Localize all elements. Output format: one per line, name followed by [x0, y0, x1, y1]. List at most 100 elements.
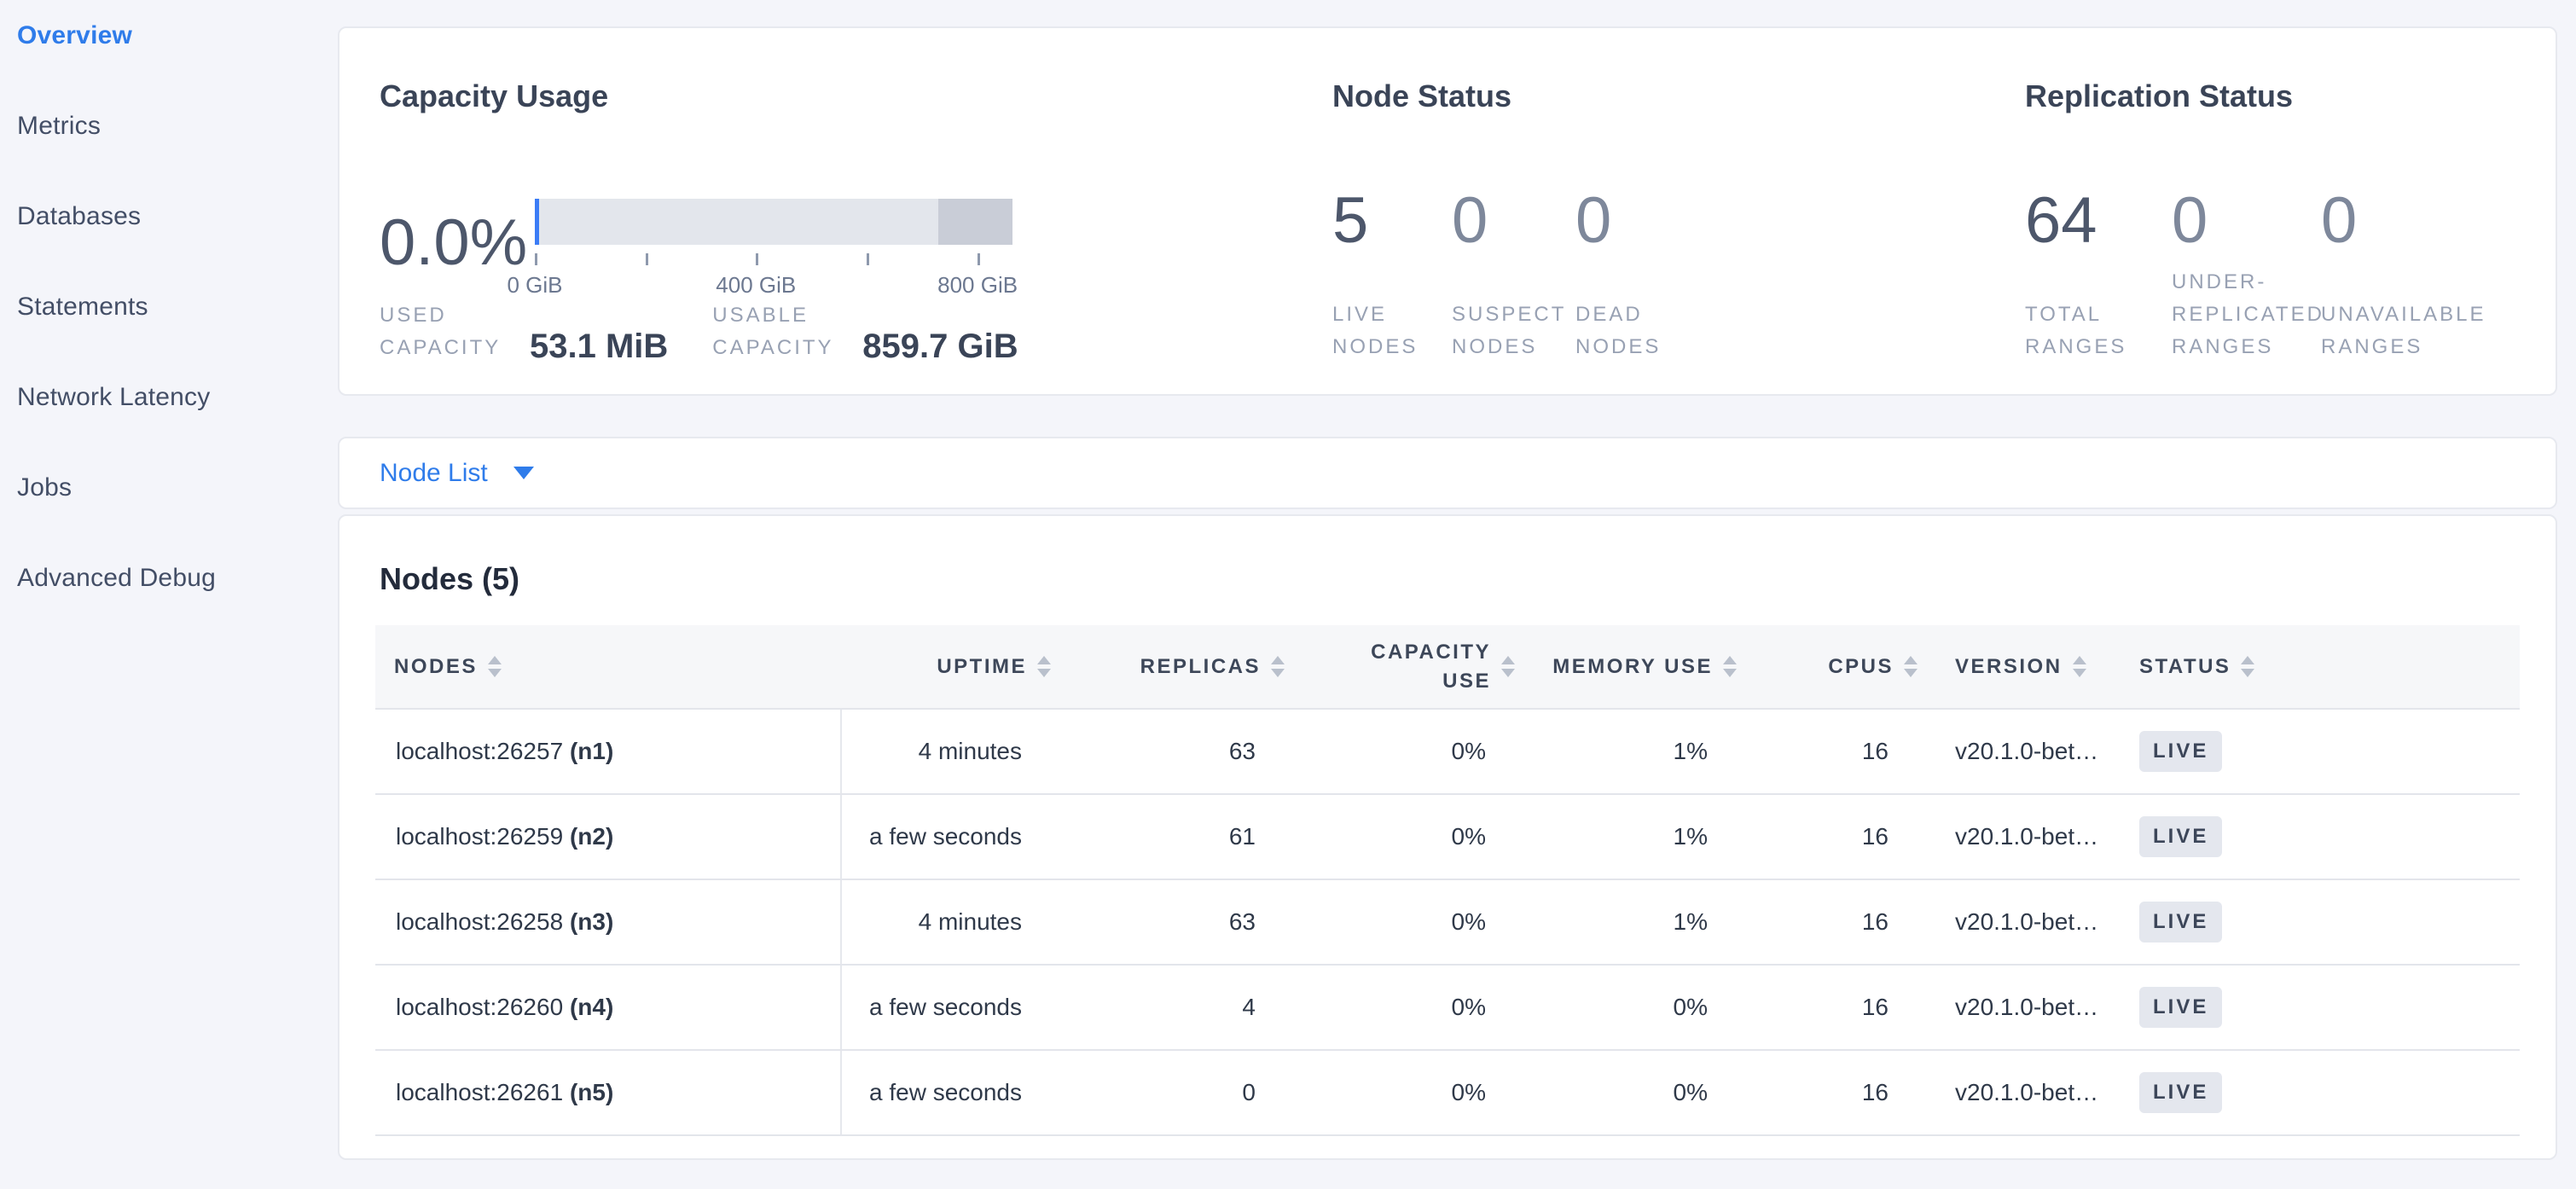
- live-nodes-label: LIVE NODES: [1332, 299, 1439, 363]
- column-header-uptime[interactable]: UPTIME: [841, 625, 1054, 709]
- under-replicated-ranges-value: 0: [2172, 188, 2321, 253]
- column-header-version[interactable]: VERSION: [1921, 625, 2109, 709]
- dead-nodes-stat: 0 DEAD NODES: [1575, 188, 1682, 363]
- node-cell: localhost:26259 (n2): [375, 794, 841, 879]
- capacity-usage-section: Capacity Usage 0.0% 0 GiB 400 GiB 800 Gi…: [380, 79, 1332, 363]
- sort-icon[interactable]: [1037, 656, 1051, 677]
- sort-icon[interactable]: [1271, 656, 1285, 677]
- tick-label-400: 400 GiB: [716, 272, 796, 299]
- sort-icon[interactable]: [2073, 656, 2086, 677]
- uptime-cell: a few seconds: [841, 794, 1054, 879]
- sort-icon[interactable]: [488, 656, 502, 677]
- version-cell: v20.1.0-bet…: [1921, 879, 2109, 965]
- capacity-usage-title: Capacity Usage: [380, 79, 1332, 113]
- capacity-gauge: 0 GiB 400 GiB 800 GiB: [535, 199, 1012, 299]
- unavailable-ranges-value: 0: [2321, 188, 2500, 253]
- sort-icon[interactable]: [1904, 656, 1917, 677]
- tick-label-800: 800 GiB: [937, 272, 1018, 299]
- capacity-use-cell: 0%: [1288, 1050, 1518, 1135]
- nodes-table: NODES UPTIME REPLICAS CAPACITY USE MEMOR…: [375, 625, 2520, 1136]
- sidebar-item-overview[interactable]: Overview: [17, 9, 338, 63]
- node-list-dropdown[interactable]: Node List: [380, 459, 534, 488]
- status-badge: LIVE: [2139, 731, 2222, 772]
- dead-nodes-value: 0: [1575, 188, 1682, 253]
- uptime-cell: a few seconds: [841, 965, 1054, 1050]
- sort-icon[interactable]: [1723, 656, 1737, 677]
- uptime-cell: 4 minutes: [841, 709, 1054, 794]
- table-row: localhost:26261 (n5) a few seconds 0 0% …: [375, 1050, 2520, 1135]
- table-row: localhost:26260 (n4) a few seconds 4 0% …: [375, 965, 2520, 1050]
- usable-capacity-label: USABLE CAPACITY: [712, 299, 849, 364]
- node-cell: localhost:26261 (n5): [375, 1050, 841, 1135]
- sidebar-item-advanced-debug[interactable]: Advanced Debug: [17, 551, 338, 606]
- replication-status-section: Replication Status 64 TOTAL RANGES 0 UND…: [2025, 79, 2516, 363]
- sidebar-item-network-latency[interactable]: Network Latency: [17, 370, 338, 425]
- status-badge: LIVE: [2139, 987, 2222, 1028]
- capacity-gauge-dark-segment: [938, 199, 1012, 245]
- under-replicated-ranges-label: UNDER-REPLICATED RANGES: [2172, 266, 2312, 363]
- tick-label-0: 0 GiB: [507, 272, 562, 299]
- suspect-nodes-value: 0: [1452, 188, 1575, 253]
- sidebar-item-databases[interactable]: Databases: [17, 189, 338, 244]
- status-badge: LIVE: [2139, 816, 2222, 857]
- table-row: localhost:26257 (n1) 4 minutes 63 0% 1% …: [375, 709, 2520, 794]
- sort-icon[interactable]: [2241, 656, 2254, 677]
- memory-use-cell: 1%: [1518, 709, 1740, 794]
- node-cell: localhost:26258 (n3): [375, 879, 841, 965]
- sort-icon[interactable]: [1501, 656, 1515, 677]
- suspect-nodes-stat: 0 SUSPECT NODES: [1452, 188, 1575, 363]
- unavailable-ranges-stat: 0 UNAVAILABLE RANGES: [2321, 188, 2500, 363]
- replicas-cell: 63: [1054, 879, 1288, 965]
- cpus-cell: 16: [1740, 879, 1921, 965]
- capacity-use-cell: 0%: [1288, 965, 1518, 1050]
- cluster-summary-card: Capacity Usage 0.0% 0 GiB 400 GiB 800 Gi…: [338, 26, 2557, 396]
- cpus-cell: 16: [1740, 794, 1921, 879]
- table-header-row: NODES UPTIME REPLICAS CAPACITY USE MEMOR…: [375, 625, 2520, 709]
- status-cell: LIVE: [2109, 879, 2520, 965]
- sidebar: Overview Metrics Databases Statements Ne…: [0, 0, 338, 1189]
- node-list-dropdown-label: Node List: [380, 459, 488, 488]
- under-replicated-ranges-stat: 0 UNDER-REPLICATED RANGES: [2172, 188, 2321, 363]
- column-header-status[interactable]: STATUS: [2109, 625, 2520, 709]
- status-cell: LIVE: [2109, 794, 2520, 879]
- capacity-use-cell: 0%: [1288, 709, 1518, 794]
- total-ranges-stat: 64 TOTAL RANGES: [2025, 188, 2172, 363]
- capacity-use-cell: 0%: [1288, 794, 1518, 879]
- version-cell: v20.1.0-bet…: [1921, 794, 2109, 879]
- replication-stats: 64 TOTAL RANGES 0 UNDER-REPLICATED RANGE…: [2025, 188, 2516, 363]
- column-header-capacity-use[interactable]: CAPACITY USE: [1288, 625, 1518, 709]
- memory-use-cell: 1%: [1518, 794, 1740, 879]
- cpus-cell: 16: [1740, 965, 1921, 1050]
- status-cell: LIVE: [2109, 965, 2520, 1050]
- suspect-nodes-label: SUSPECT NODES: [1452, 299, 1558, 363]
- column-header-cpus[interactable]: CPUS: [1740, 625, 1921, 709]
- status-badge: LIVE: [2139, 902, 2222, 942]
- memory-use-cell: 1%: [1518, 879, 1740, 965]
- sidebar-item-jobs[interactable]: Jobs: [17, 461, 338, 515]
- chevron-down-icon: [513, 467, 534, 479]
- version-cell: v20.1.0-bet…: [1921, 709, 2109, 794]
- replicas-cell: 63: [1054, 709, 1288, 794]
- main-content: Capacity Usage 0.0% 0 GiB 400 GiB 800 Gi…: [338, 0, 2576, 1189]
- capacity-gauge-used-marker: [535, 199, 539, 245]
- column-header-nodes[interactable]: NODES: [375, 625, 841, 709]
- used-capacity-value: 53.1 MiB: [530, 328, 668, 364]
- live-nodes-stat: 5 LIVE NODES: [1332, 188, 1452, 363]
- capacity-stats: USED CAPACITY 53.1 MiB USABLE CAPACITY 8…: [380, 299, 1332, 364]
- column-header-replicas[interactable]: REPLICAS: [1054, 625, 1288, 709]
- sidebar-item-metrics[interactable]: Metrics: [17, 99, 338, 154]
- memory-use-cell: 0%: [1518, 1050, 1740, 1135]
- node-status-stats: 5 LIVE NODES 0 SUSPECT NODES 0 DEAD NODE…: [1332, 188, 2025, 363]
- capacity-use-cell: 0%: [1288, 879, 1518, 965]
- sidebar-item-statements[interactable]: Statements: [17, 280, 338, 334]
- version-cell: v20.1.0-bet…: [1921, 965, 2109, 1050]
- node-status-title: Node Status: [1332, 79, 2025, 113]
- column-header-memory-use[interactable]: MEMORY USE: [1518, 625, 1740, 709]
- replicas-cell: 4: [1054, 965, 1288, 1050]
- nodes-table-card: Nodes (5) NODES UPTIME REPLICAS CAPACITY…: [338, 514, 2557, 1160]
- uptime-cell: a few seconds: [841, 1050, 1054, 1135]
- node-status-section: Node Status 5 LIVE NODES 0 SUSPECT NODES…: [1332, 79, 2025, 363]
- replicas-cell: 0: [1054, 1050, 1288, 1135]
- used-capacity-stat: USED CAPACITY 53.1 MiB: [380, 299, 668, 364]
- status-cell: LIVE: [2109, 709, 2520, 794]
